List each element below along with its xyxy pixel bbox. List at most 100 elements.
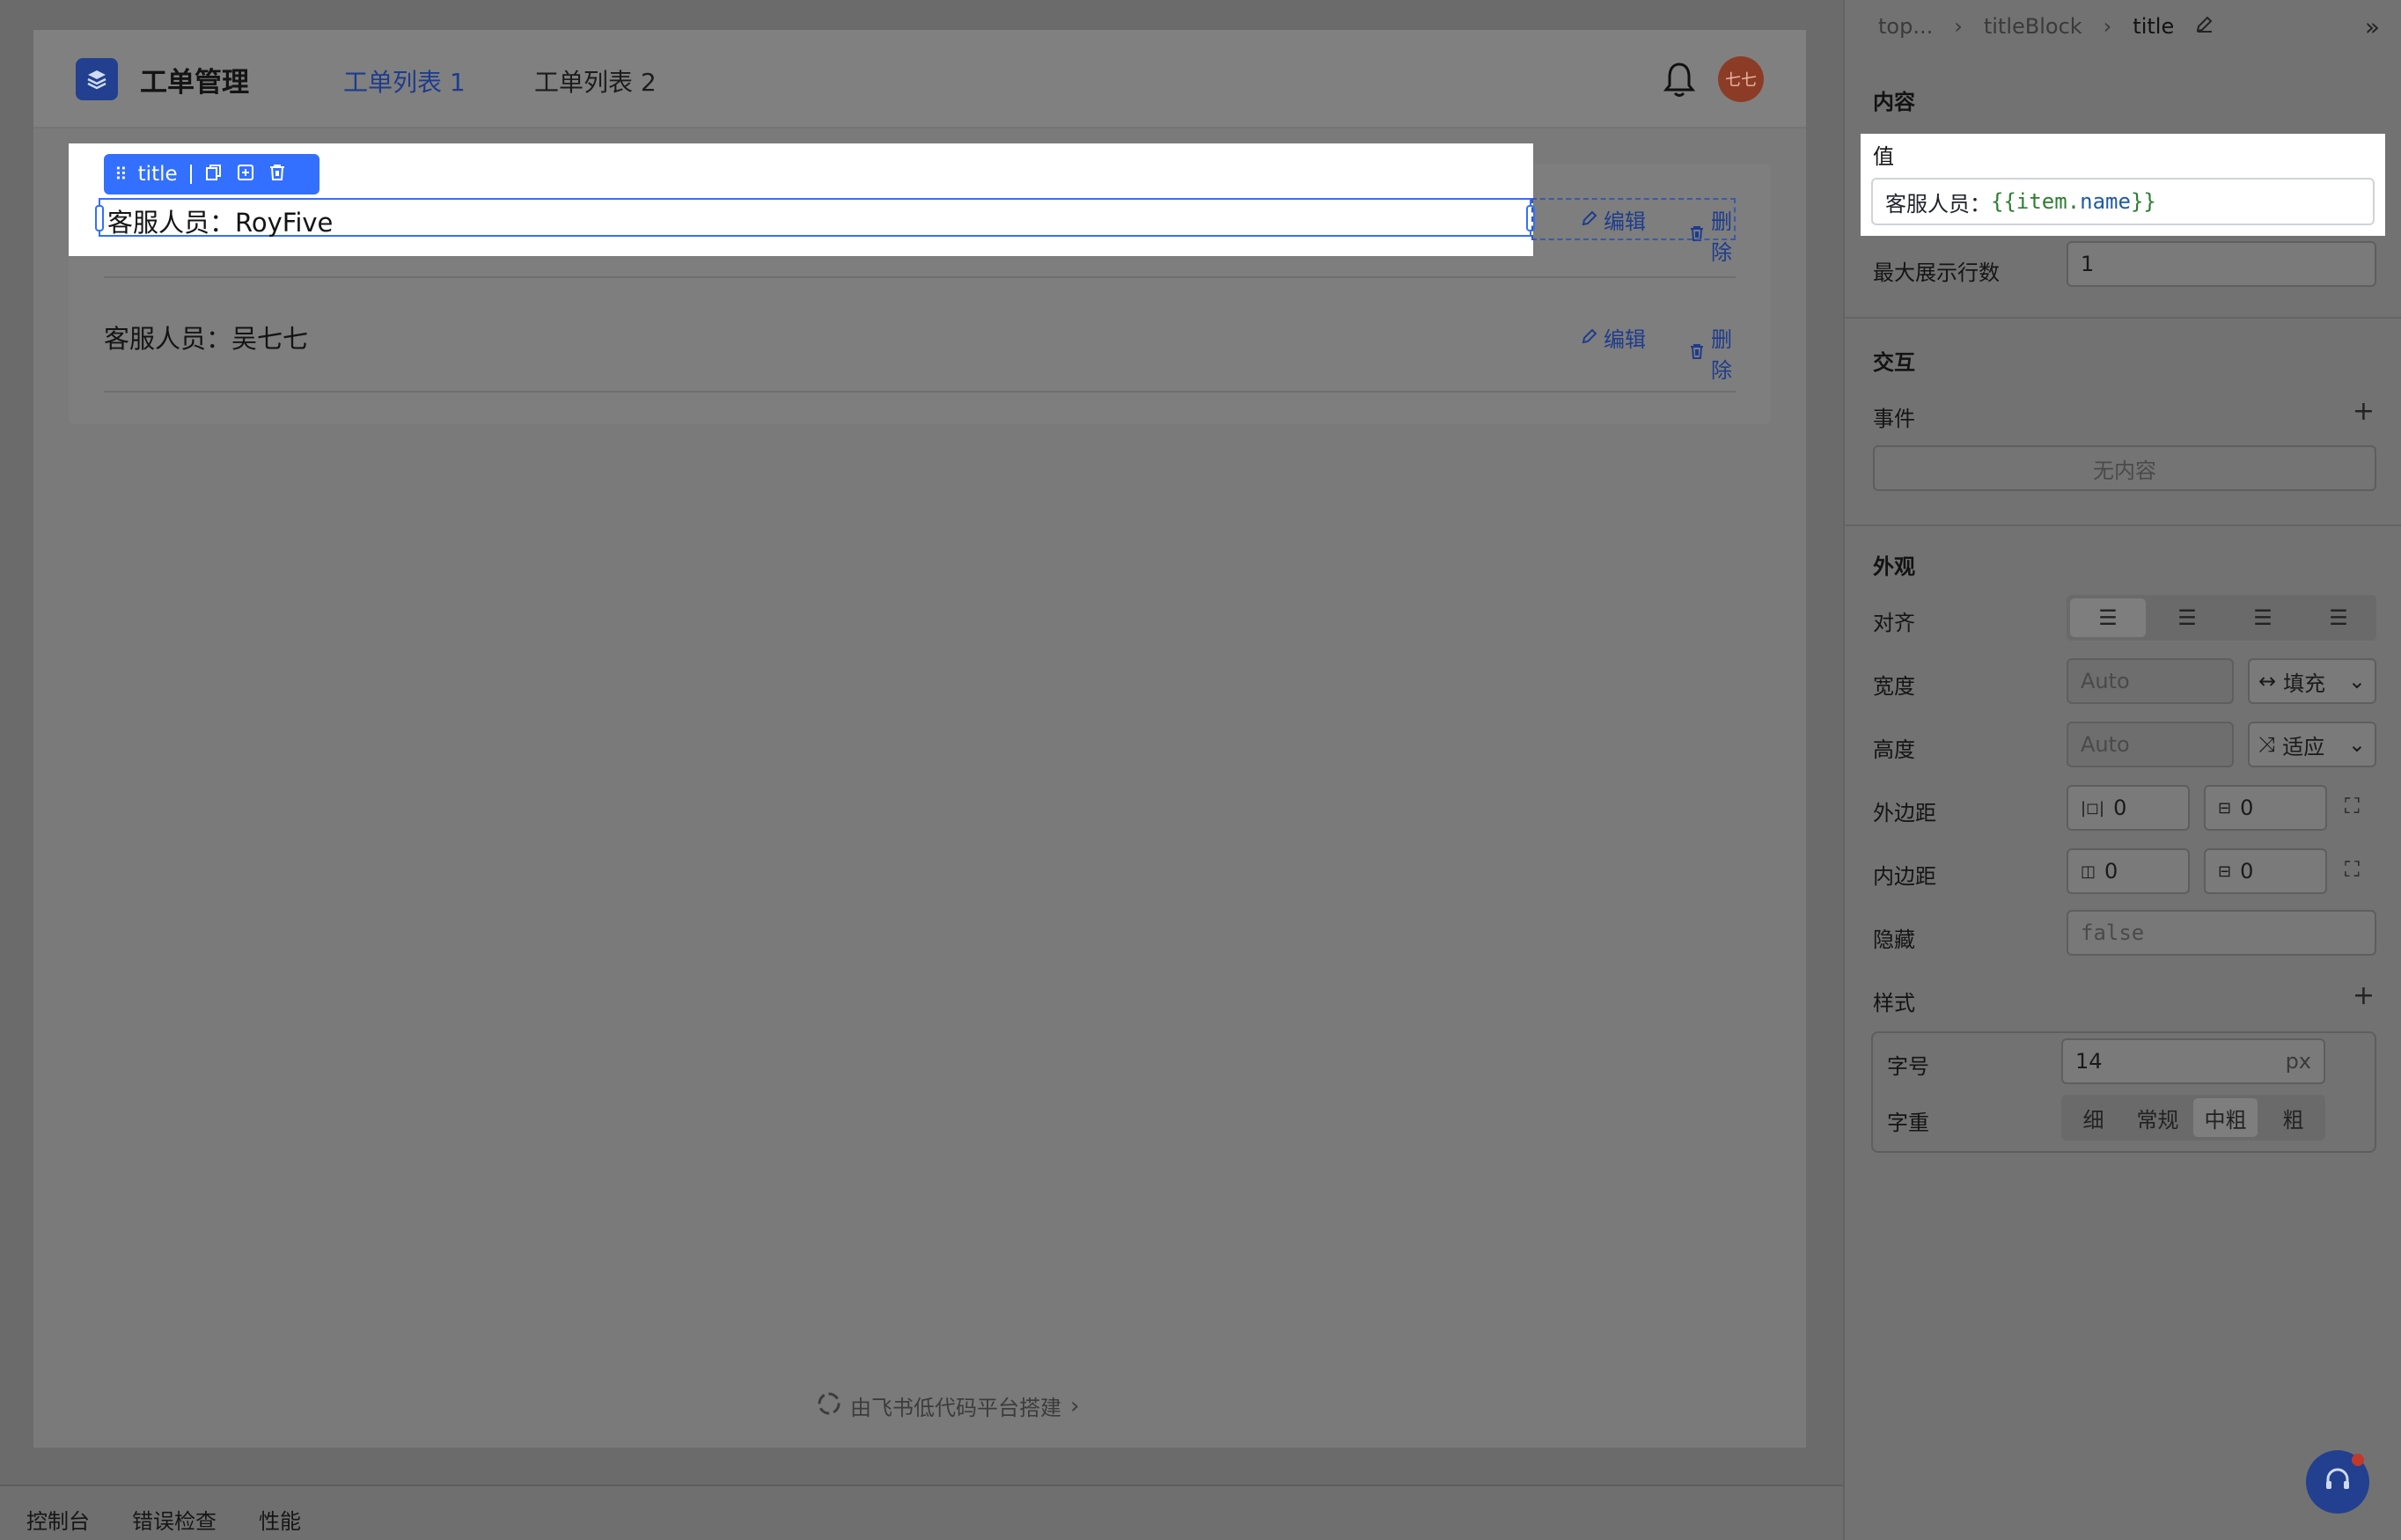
font-weight-label: 字重 — [1887, 1111, 1929, 1135]
avatar[interactable]: 七七 — [1718, 56, 1764, 102]
padding-vertical-input[interactable]: ⊟ 0 — [2204, 848, 2327, 894]
drag-handle-icon[interactable]: ⠿ — [114, 164, 128, 185]
value-label: 值 — [1873, 144, 1894, 169]
padding-horizontal-value: 0 — [2104, 859, 2118, 884]
parent-block-outline — [1531, 198, 1736, 240]
align-right-icon[interactable]: ☰ — [2225, 598, 2301, 637]
chevron-down-icon: ⌄ — [2347, 669, 2366, 693]
add-event-icon[interactable]: + — [2353, 396, 2375, 427]
width-input[interactable]: Auto — [2067, 658, 2234, 704]
font-weight-bold[interactable]: 粗 — [2261, 1098, 2325, 1137]
chevron-down-icon: ⌄ — [2347, 732, 2366, 757]
breadcrumb: top... › titleBlock › title — [1878, 14, 2214, 39]
hidden-label: 隐藏 — [1873, 928, 1915, 952]
height-mode-value: 适应 — [2282, 734, 2325, 759]
margin-horizontal-value: 0 — [2113, 796, 2127, 820]
style-group: 字号 14 px 字重 细 常规 中粗 粗 — [1871, 1031, 2376, 1153]
add-style-icon[interactable]: + — [2353, 980, 2375, 1011]
rename-icon[interactable] — [2195, 14, 2214, 39]
value-expression-input[interactable]: 客服人员： {{item.name}} — [1871, 178, 2375, 225]
platform-footer-text: 由飞书低代码平台搭建 — [850, 1396, 1061, 1420]
bell-icon[interactable] — [1662, 60, 1697, 99]
expand-padding-icon[interactable]: ⛶ — [2345, 857, 2360, 882]
section-interaction-title: 交互 — [1873, 350, 1915, 375]
chevron-right-icon: › — [1070, 1392, 1080, 1419]
tab-error-check[interactable]: 错误检查 — [132, 1504, 217, 1535]
component-toolbar[interactable]: ⠿ title — [104, 154, 319, 194]
tab-performance[interactable]: 性能 — [259, 1504, 301, 1535]
component-name: title — [137, 163, 178, 186]
duplicate-icon[interactable] — [236, 163, 255, 186]
font-size-input[interactable]: 14 px — [2061, 1038, 2325, 1084]
list-item-title: 客服人员：吴七七 — [104, 324, 309, 354]
max-lines-label: 最大展示行数 — [1873, 260, 2000, 285]
tab-console[interactable]: 控制台 — [26, 1504, 90, 1535]
section-appearance-title: 外观 — [1873, 554, 1915, 579]
delete-component-icon[interactable] — [268, 163, 287, 186]
breadcrumb-current: title — [2133, 14, 2175, 39]
expression-variable: name — [2080, 189, 2131, 214]
value-expression: {{item.name}} — [1991, 189, 2156, 214]
align-label: 对齐 — [1873, 611, 1915, 635]
width-mode-select[interactable]: ↔ 填充 ⌄ — [2248, 658, 2376, 704]
copy-icon[interactable] — [204, 163, 224, 186]
nav-tab-list-1[interactable]: 工单列表 1 — [343, 63, 466, 99]
delete-label: 删除 — [1711, 327, 1732, 383]
shrink-arrows-icon: ⤨ — [2258, 732, 2276, 757]
hidden-input[interactable]: false — [2067, 910, 2376, 956]
align-justify-icon[interactable]: ☰ — [2301, 598, 2376, 637]
font-weight-segmented: 细 常规 中粗 粗 — [2061, 1095, 2325, 1140]
expression-close: }} — [2130, 189, 2156, 214]
height-input[interactable]: Auto — [2067, 722, 2234, 767]
chevron-right-icon: › — [1954, 14, 1963, 39]
height-label: 高度 — [1873, 737, 1915, 762]
breadcrumb-item[interactable]: top... — [1878, 14, 1933, 39]
edit-button[interactable]: 编辑 — [1581, 322, 1646, 353]
expression-open: {{item. — [1991, 189, 2081, 214]
events-label: 事件 — [1873, 407, 1915, 431]
padding-vertical-value: 0 — [2240, 859, 2254, 884]
breadcrumb-item[interactable]: titleBlock — [1984, 14, 2082, 39]
section-content-title: 内容 — [1873, 90, 1915, 114]
font-size-value: 14 — [2075, 1049, 2103, 1074]
margin-vertical-value: 0 — [2240, 796, 2254, 820]
height-mode-select[interactable]: ⤨ 适应 ⌄ — [2248, 722, 2376, 767]
platform-footer-link[interactable]: 由飞书低代码平台搭建 › — [817, 1390, 1079, 1421]
edit-label: 编辑 — [1604, 327, 1646, 352]
divider — [1845, 317, 2401, 319]
selected-title-text: 客服人员：RoyFive — [107, 208, 334, 238]
padding-vertical-icon: ⊟ — [2218, 862, 2232, 881]
max-lines-input[interactable]: 1 — [2067, 241, 2376, 287]
headset-icon — [2322, 1464, 2353, 1500]
platform-logo-icon — [817, 1391, 841, 1421]
align-left-icon[interactable]: ☰ — [2070, 598, 2146, 637]
width-mode-value: 填充 — [2283, 671, 2326, 696]
align-center-icon[interactable]: ☰ — [2149, 598, 2225, 637]
notification-dot — [2352, 1454, 2364, 1466]
font-size-label: 字号 — [1887, 1054, 1929, 1079]
font-weight-thin[interactable]: 细 — [2061, 1098, 2126, 1137]
font-weight-regular[interactable]: 常规 — [2126, 1098, 2190, 1137]
margin-vertical-input[interactable]: ⊟ 0 — [2204, 785, 2327, 831]
app-header: 工单管理 工单列表 1 工单列表 2 七七 — [33, 30, 1806, 128]
chevron-right-icon: › — [2103, 14, 2112, 39]
events-empty: 无内容 — [1873, 445, 2376, 491]
console-bar: 控制台 错误检查 性能 — [0, 1485, 1843, 1540]
font-size-unit: px — [2285, 1049, 2311, 1074]
app-logo-icon — [76, 58, 118, 100]
font-weight-medium[interactable]: 中粗 — [2193, 1098, 2258, 1137]
margin-vertical-icon: ⊟ — [2218, 798, 2232, 818]
align-segmented: ☰ ☰ ☰ ☰ — [2067, 595, 2376, 641]
horizontal-arrows-icon: ↔ — [2258, 669, 2277, 693]
nav-tab-list-2[interactable]: 工单列表 2 — [534, 63, 657, 99]
delete-button[interactable]: 删除 — [1688, 322, 1736, 384]
padding-horizontal-icon: ◫ — [2081, 862, 2096, 881]
margin-horizontal-icon: |◻| — [2081, 798, 2105, 818]
expand-margin-icon[interactable]: ⛶ — [2345, 794, 2360, 818]
collapse-panel-icon[interactable]: » — [2365, 12, 2380, 41]
help-button[interactable] — [2306, 1450, 2369, 1514]
app-title: 工单管理 — [140, 67, 249, 99]
margin-horizontal-input[interactable]: |◻| 0 — [2067, 785, 2190, 831]
padding-horizontal-input[interactable]: ◫ 0 — [2067, 848, 2190, 894]
resize-handle-left[interactable] — [95, 205, 104, 231]
